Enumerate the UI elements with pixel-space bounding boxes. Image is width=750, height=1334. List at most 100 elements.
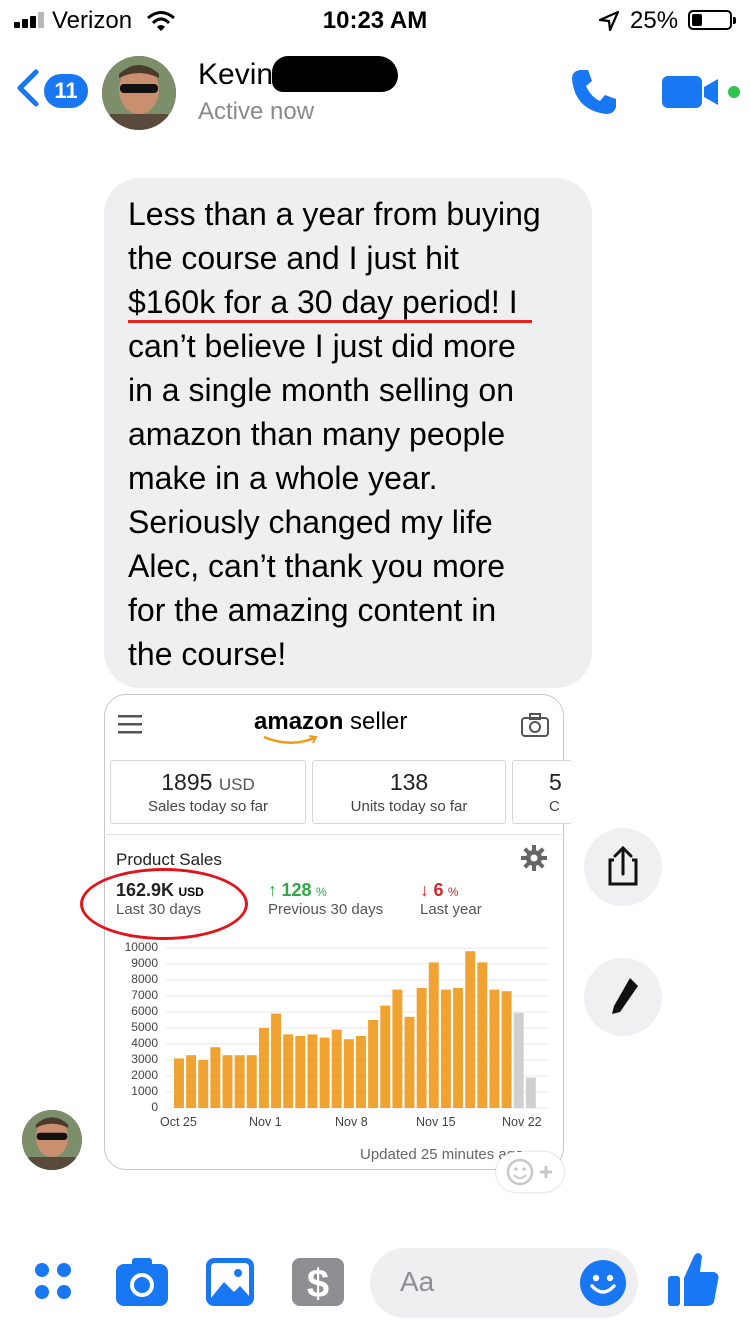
- message-input-placeholder: Aa: [400, 1266, 435, 1297]
- logo-amazon: amazon: [254, 708, 344, 735]
- chart-bar: [319, 1037, 330, 1108]
- hamburger-menu-icon: [118, 715, 142, 734]
- amazon-smile-icon: [263, 735, 318, 744]
- chart-bar: [186, 1055, 197, 1108]
- message-line: in a single month selling on: [128, 372, 515, 408]
- location-arrow-icon: [598, 10, 620, 32]
- camera-icon: [521, 713, 549, 737]
- chart-bar: [198, 1060, 209, 1108]
- battery-percent: 25%: [630, 7, 679, 34]
- stat-tile-units: 138 Units today so far: [312, 760, 506, 824]
- chart-bar: [356, 1036, 366, 1108]
- svg-text:$: $: [307, 1262, 329, 1306]
- metric-label: Previous 30 days: [268, 901, 384, 918]
- contact-avatar[interactable]: [102, 56, 176, 130]
- sender-avatar[interactable]: [22, 1110, 82, 1170]
- tile-label: Units today so far: [350, 798, 468, 815]
- chart-bar: [246, 1055, 257, 1108]
- logo-seller: seller: [350, 708, 408, 735]
- chart-bar: [416, 988, 427, 1108]
- metric-value: 6: [433, 880, 444, 900]
- video-call-icon[interactable]: [662, 76, 722, 108]
- contact-name[interactable]: Kevin: [198, 58, 273, 92]
- red-circle-annotation: [80, 868, 248, 940]
- y-tick-label: 6000: [131, 1004, 158, 1018]
- gear-icon: [521, 845, 547, 871]
- battery-icon: [688, 10, 736, 30]
- chart-bar: [258, 1028, 269, 1108]
- message-line: can’t believe I just did more: [128, 328, 516, 364]
- message-line: Alec, can’t thank you more: [128, 548, 506, 584]
- y-tick-label: 4000: [131, 1036, 158, 1050]
- chart-bar: [404, 1016, 415, 1108]
- back-chevron-icon[interactable]: [14, 68, 40, 108]
- chart-bar: [465, 951, 476, 1108]
- divider: [104, 834, 562, 835]
- chart-bar: [307, 1034, 318, 1108]
- metric-unit: %: [315, 885, 327, 899]
- chart-bar: [295, 1036, 306, 1108]
- chart-bar: [343, 1039, 354, 1108]
- y-tick-label: 7000: [131, 988, 158, 1002]
- chart-bar: [210, 1047, 221, 1108]
- amazon-seller-logo: amazon seller: [254, 708, 407, 736]
- message-text: Less than a year from buying the course …: [128, 192, 578, 676]
- message-line: Seriously changed my life: [128, 504, 493, 540]
- tile-value: 5: [549, 769, 562, 795]
- x-tick-label: Nov 1: [249, 1115, 282, 1129]
- edit-button[interactable]: [584, 958, 662, 1036]
- gallery-icon[interactable]: [206, 1258, 254, 1306]
- up-arrow-icon: ↑: [268, 880, 277, 900]
- chart-bar: [440, 989, 451, 1108]
- tile-value: 138: [389, 769, 429, 795]
- tile-label: Sales today so far: [147, 798, 269, 815]
- phone-call-icon[interactable]: [568, 66, 620, 118]
- message-line: the course and I just hit: [128, 240, 459, 276]
- add-reaction-icon: [506, 1158, 552, 1186]
- red-underline-annotation: [128, 320, 532, 323]
- more-apps-icon[interactable]: [32, 1260, 76, 1304]
- message-line: amazon than many people: [128, 416, 506, 452]
- y-tick-label: 2000: [131, 1068, 158, 1082]
- chart-bar: [489, 989, 500, 1108]
- share-button[interactable]: [584, 828, 662, 906]
- metric-last-year: ↓ 6 % Last year: [420, 880, 482, 918]
- message-line: Less than a year from buying: [128, 196, 541, 232]
- chart-bar: [453, 988, 464, 1108]
- chart-bar: [222, 1055, 233, 1108]
- online-indicator: [728, 86, 740, 98]
- product-sales-title: Product Sales: [116, 850, 222, 869]
- chart-bar: [392, 989, 403, 1108]
- y-tick-label: 9000: [131, 956, 158, 970]
- chart-bar: [380, 1005, 391, 1108]
- stat-tile-sales: 1895 USD Sales today so far: [110, 760, 306, 824]
- x-tick-label: Nov 22: [502, 1115, 542, 1129]
- stat-tile-partial: 5 C: [512, 760, 572, 824]
- metric-previous-30-days: ↑ 128 % Previous 30 days: [268, 880, 383, 918]
- x-tick-label: Nov 15: [416, 1115, 456, 1129]
- chart-bar: [331, 1029, 342, 1108]
- chart-bar: [501, 991, 512, 1108]
- chart-bar: [234, 1055, 245, 1108]
- status-bar: Verizon 10:23 AM 25%: [0, 0, 750, 40]
- add-reaction-button[interactable]: [496, 1152, 564, 1192]
- thumbs-up-icon[interactable]: [666, 1250, 720, 1308]
- down-arrow-icon: ↓: [420, 880, 429, 900]
- x-tick-label: Oct 25: [160, 1115, 197, 1129]
- tile-unit: USD: [218, 775, 255, 794]
- active-status: Active now: [198, 98, 315, 125]
- sales-bar-chart: [166, 947, 550, 1109]
- chart-bar: [477, 962, 488, 1108]
- chart-bar: [368, 1020, 379, 1108]
- emoji-icon[interactable]: [578, 1258, 628, 1308]
- payment-icon[interactable]: $: [292, 1258, 344, 1306]
- y-tick-label: 1000: [131, 1084, 158, 1098]
- metric-label: Last year: [420, 901, 482, 918]
- unread-count-badge[interactable]: 11: [44, 74, 88, 108]
- tile-label: C: [549, 798, 560, 815]
- chart-bar: [271, 1013, 282, 1108]
- metric-unit: %: [447, 885, 459, 899]
- camera-icon[interactable]: [116, 1258, 168, 1306]
- chart-bar: [513, 1012, 524, 1108]
- x-tick-label: Nov 8: [335, 1115, 368, 1129]
